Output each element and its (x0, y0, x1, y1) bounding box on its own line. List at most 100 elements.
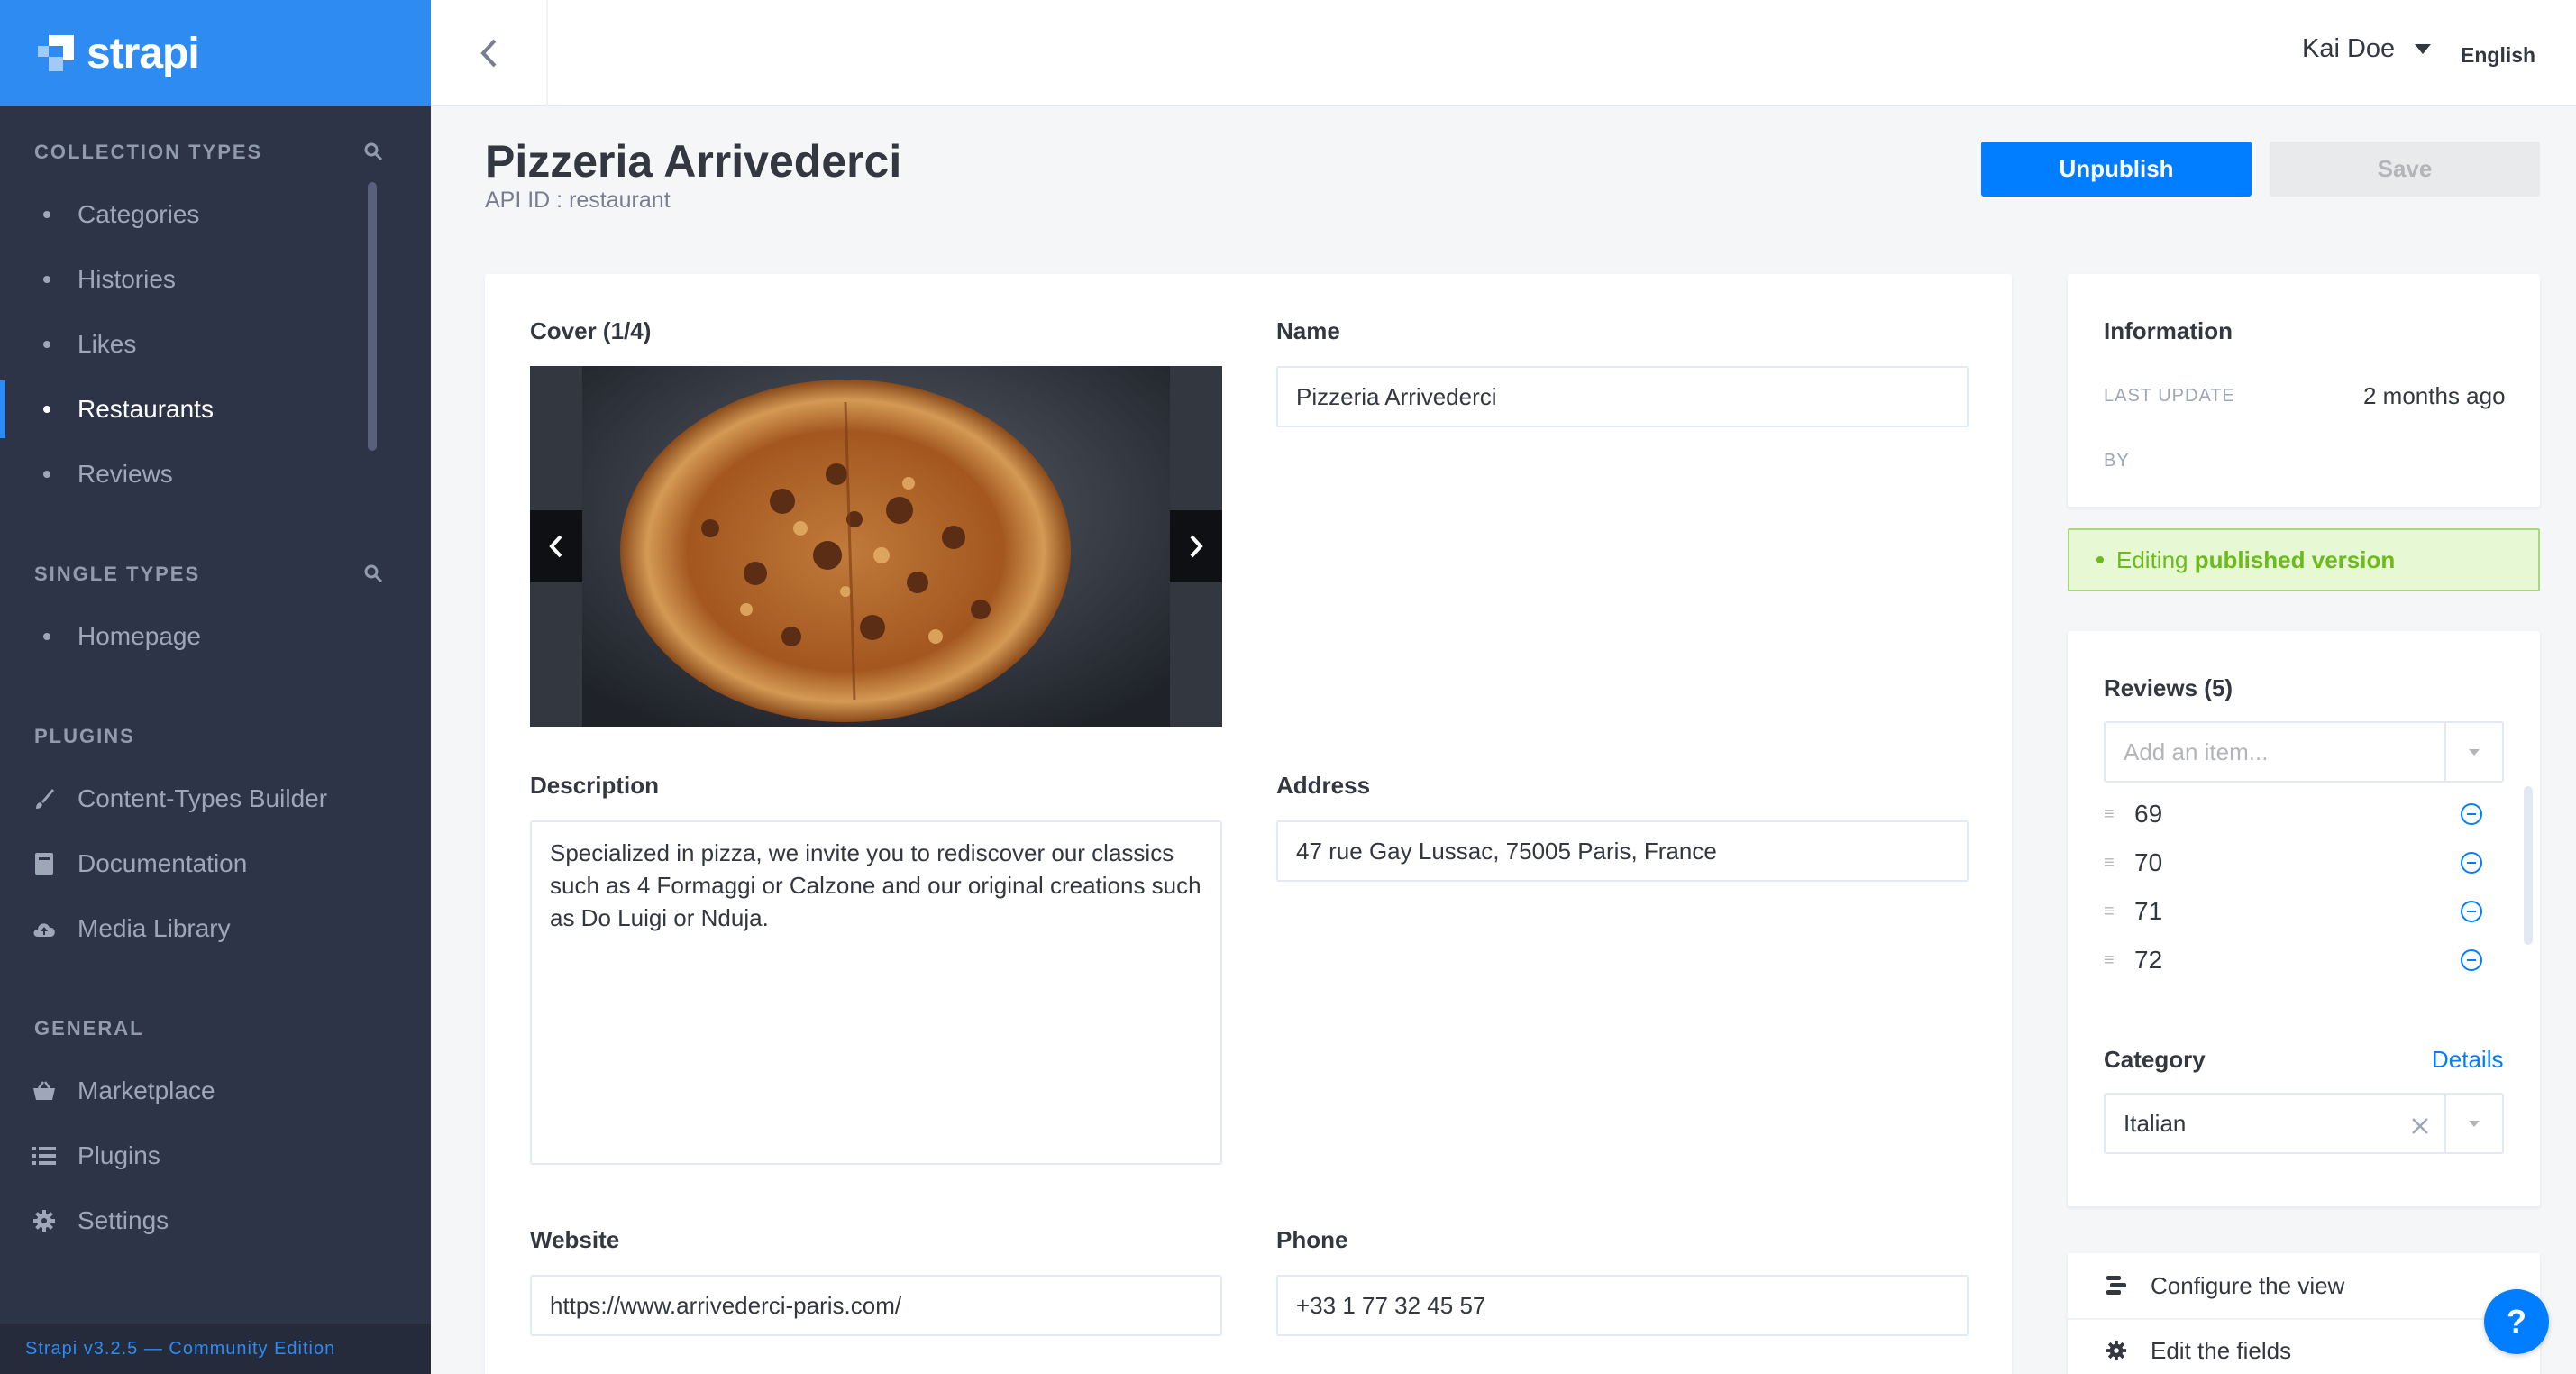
bullet-icon (43, 471, 50, 478)
sidebar: strapi COLLECTION TYPES Categories Histo… (0, 0, 431, 1374)
collection-types-heading: COLLECTION TYPES (34, 141, 263, 163)
list-item[interactable]: ≡ 71 (2104, 887, 2482, 936)
sidebar-item-settings[interactable]: Settings (0, 1192, 431, 1250)
by-key: BY (2104, 451, 2130, 471)
gear-icon (2104, 1338, 2129, 1363)
name-label: Name (1276, 317, 1340, 344)
clear-icon[interactable] (2410, 1114, 2430, 1142)
category-title: Category (2104, 1046, 2206, 1073)
general-heading: GENERAL (34, 1017, 144, 1040)
next-image-button[interactable] (1170, 510, 1222, 582)
pizza-image (530, 366, 1222, 727)
sidebar-item-marketplace[interactable]: Marketplace (0, 1062, 431, 1120)
configure-view-link[interactable]: Configure the view (2068, 1253, 2540, 1318)
single-types-heading: SINGLE TYPES (34, 563, 201, 585)
sidebar-item-restaurants[interactable]: Restaurants (0, 380, 431, 438)
address-input[interactable]: 47 rue Gay Lussac, 75005 Paris, France (1276, 820, 1969, 882)
shopping-basket-icon (31, 1077, 58, 1104)
category-details-link[interactable]: Details (2432, 1046, 2503, 1074)
reviews-add-select[interactable]: Add an item... (2104, 721, 2504, 783)
user-name: Kai Doe (2302, 34, 2396, 63)
sidebar-item-label: Marketplace (78, 1076, 215, 1104)
bullet-icon (43, 341, 50, 348)
remove-icon[interactable] (2461, 803, 2482, 825)
brand-name: strapi (87, 29, 200, 78)
reviews-scrollbar[interactable] (2524, 786, 2533, 945)
unpublish-button[interactable]: Unpublish (1981, 142, 2252, 197)
dropdown-toggle[interactable] (2444, 723, 2502, 781)
category-value: Italian (2124, 1109, 2187, 1137)
remove-icon[interactable] (2461, 852, 2482, 874)
top-bar: Kai Doe English (431, 0, 2576, 106)
chevron-left-icon (549, 535, 562, 558)
information-title: Information (2104, 317, 2233, 344)
sidebar-item-categories[interactable]: Categories (0, 186, 431, 243)
review-id: 69 (2134, 800, 2163, 828)
remove-icon[interactable] (2461, 901, 2482, 922)
cover-label: Cover (1/4) (530, 317, 652, 344)
prev-image-button[interactable] (530, 510, 582, 582)
sidebar-item-label: Homepage (78, 622, 201, 650)
phone-input[interactable]: +33 1 77 32 45 57 (1276, 1275, 1969, 1336)
status-prefix: Editing (2116, 545, 2188, 573)
edit-fields-label: Edit the fields (2151, 1336, 2292, 1364)
sidebar-item-media-library[interactable]: Media Library (0, 900, 431, 957)
user-menu[interactable]: Kai Doe (2302, 34, 2432, 64)
page-title: Pizzeria Arrivederci (485, 136, 902, 187)
website-label: Website (530, 1226, 620, 1253)
sidebar-item-label: Reviews (78, 460, 173, 488)
list-item[interactable]: ≡ 69 (2104, 790, 2482, 838)
description-textarea[interactable]: Specialized in pizza, we invite you to r… (530, 820, 1222, 1165)
sidebar-item-histories[interactable]: Histories (0, 251, 431, 308)
chevron-left-icon (480, 39, 497, 68)
strapi-logo-icon (38, 35, 74, 71)
name-input[interactable]: Pizzeria Arrivederci (1276, 366, 1969, 427)
sidebar-item-label: Plugins (78, 1141, 160, 1169)
sidebar-item-label: Content-Types Builder (78, 784, 328, 812)
list-item[interactable]: ≡ 70 (2104, 838, 2482, 887)
remove-icon[interactable] (2461, 949, 2482, 971)
language-selector[interactable]: English (2461, 43, 2535, 68)
list-icon (31, 1142, 58, 1169)
sidebar-item-label: Categories (78, 200, 200, 228)
status-bold: published version (2194, 545, 2396, 573)
bullet-icon (43, 211, 50, 218)
caret-down-icon (2469, 1120, 2480, 1127)
website-input[interactable]: https://www.arrivederci-paris.com/ (530, 1275, 1222, 1336)
drag-handle-icon[interactable]: ≡ (2104, 853, 2115, 874)
bullet-icon (43, 406, 50, 413)
search-icon[interactable] (362, 563, 384, 584)
caret-down-icon (2469, 748, 2480, 756)
sidebar-item-label: Likes (78, 330, 137, 358)
drag-handle-icon[interactable]: ≡ (2104, 902, 2115, 922)
address-label: Address (1276, 772, 1371, 799)
dropdown-toggle[interactable] (2444, 1095, 2502, 1152)
caret-down-icon (2415, 44, 2432, 54)
status-dot-icon (2096, 556, 2104, 563)
category-select[interactable]: Italian (2104, 1093, 2504, 1154)
list-item[interactable]: ≡ 72 (2104, 936, 2482, 985)
sidebar-item-homepage[interactable]: Homepage (0, 608, 431, 665)
help-button[interactable]: ? (2484, 1289, 2549, 1354)
sidebar-item-plugins[interactable]: Plugins (0, 1127, 431, 1185)
drag-handle-icon[interactable]: ≡ (2104, 950, 2115, 971)
cover-media[interactable] (530, 366, 1222, 727)
back-button[interactable] (431, 0, 548, 106)
drag-handle-icon[interactable]: ≡ (2104, 804, 2115, 825)
book-icon (31, 850, 58, 877)
bullet-icon (43, 633, 50, 640)
paint-brush-icon (31, 785, 58, 812)
sidebar-item-reviews[interactable]: Reviews (0, 445, 431, 503)
sidebar-item-label: Restaurants (78, 395, 214, 423)
sidebar-scrollbar[interactable] (368, 182, 377, 451)
save-button[interactable]: Save (2270, 142, 2540, 197)
sidebar-item-content-types-builder[interactable]: Content-Types Builder (0, 770, 431, 828)
cloud-upload-icon (31, 915, 58, 942)
review-id: 72 (2134, 946, 2163, 974)
strapi-logo[interactable]: strapi (0, 0, 431, 106)
sidebar-item-likes[interactable]: Likes (0, 316, 431, 373)
search-icon[interactable] (362, 141, 384, 162)
last-update-value: 2 months ago (2363, 382, 2506, 409)
sidebar-item-documentation[interactable]: Documentation (0, 835, 431, 893)
edit-fields-link[interactable]: Edit the fields (2068, 1318, 2540, 1374)
